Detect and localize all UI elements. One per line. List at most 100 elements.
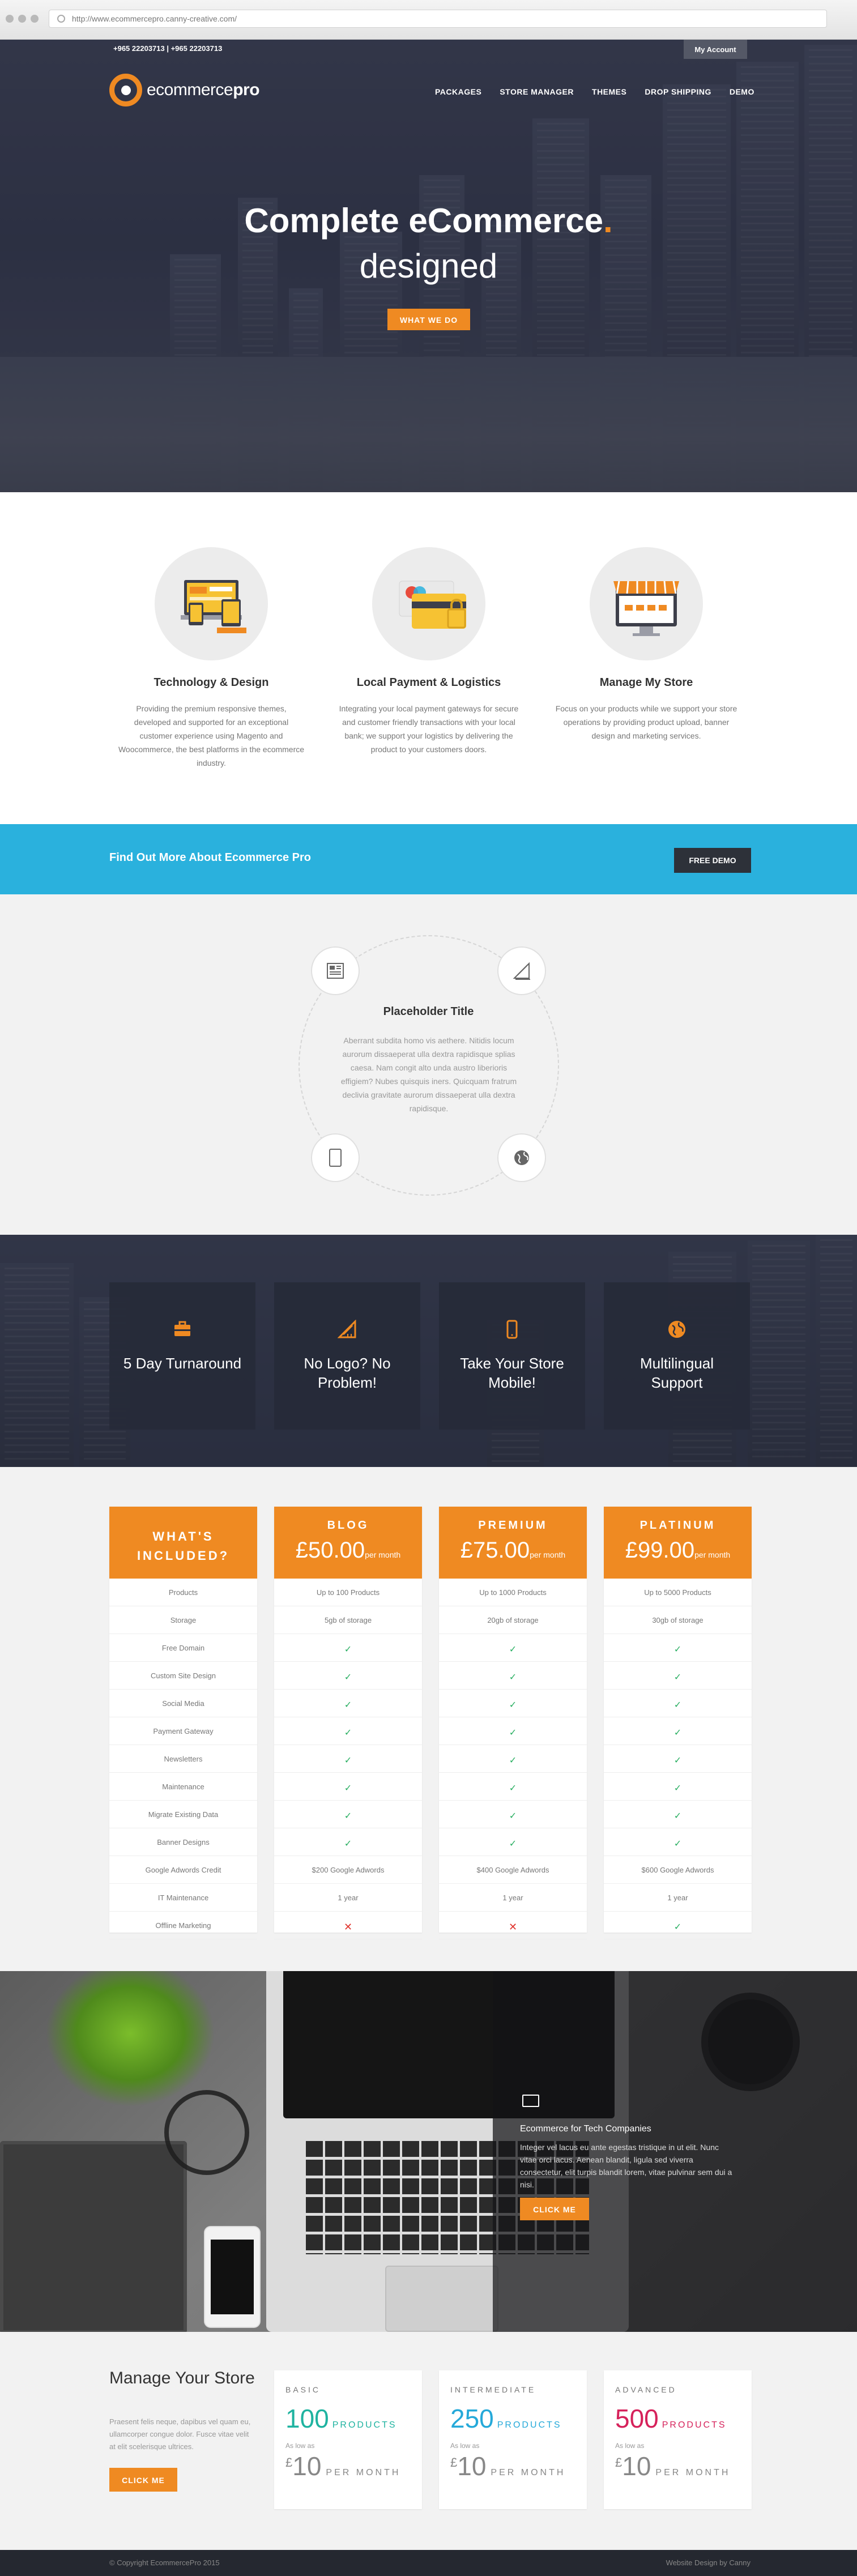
logo[interactable]: ecommercepro xyxy=(109,74,260,106)
cross-icon: ✕ xyxy=(508,1921,518,1933)
manage-store-section: Manage Your Store Praesent felis neque, … xyxy=(0,2332,857,2550)
feature-text: Providing the premium responsive themes,… xyxy=(118,704,305,767)
whats-included-header: WHAT'S INCLUDED? xyxy=(137,1529,230,1563)
window-controls xyxy=(6,15,39,23)
globe-icon xyxy=(667,1320,687,1339)
check-icon: ✓ xyxy=(673,1645,682,1654)
promo-text: Integer vel lacus eu ante egestas tristi… xyxy=(520,2143,732,2189)
minimize-dot[interactable] xyxy=(18,15,26,23)
address-bar[interactable]: http://www.ecommercepro.canny-creative.c… xyxy=(49,10,827,28)
nav-drop-shipping[interactable]: DROP SHIPPING xyxy=(645,87,711,96)
check-icon: ✓ xyxy=(673,1700,682,1710)
nav-themes[interactable]: THEMES xyxy=(592,87,626,96)
maximize-dot[interactable] xyxy=(31,15,39,23)
package-price: 10 xyxy=(457,2451,487,2481)
check-icon: ✓ xyxy=(509,1839,517,1849)
plant-image xyxy=(45,1971,215,2107)
package-card-basic[interactable]: BASIC 100 PRODUCTS As low as £10 PER MONTH xyxy=(274,2370,422,2509)
nav-demo[interactable]: DEMO xyxy=(730,87,754,96)
plan-cell: ✓ xyxy=(274,1690,422,1717)
plan-period: per month xyxy=(365,1550,401,1559)
plan-cell: ✓ xyxy=(439,1745,587,1773)
payment-cards-icon xyxy=(372,547,485,660)
feature-row-label: Storage xyxy=(109,1606,257,1634)
plan-cell: ✓ xyxy=(604,1690,752,1717)
plan-cell: ✓ xyxy=(604,1773,752,1801)
phone-image xyxy=(204,2226,261,2328)
plan-cell: Up to 5000 Products xyxy=(604,1579,752,1606)
check-icon: ✓ xyxy=(344,1839,352,1849)
package-card-advanced[interactable]: ADVANCED 500 PRODUCTS As low as £10 PER MO… xyxy=(604,2370,752,2509)
benefits-section: 5 Day Turnaround No Logo? No Problem! Ta… xyxy=(0,1235,857,1467)
logo-text-light: ecommerce xyxy=(147,80,233,99)
package-name: ADVANCED xyxy=(615,2385,677,2394)
plan-cell-text: 5gb of storage xyxy=(324,1616,372,1624)
design-tools-icon xyxy=(337,1319,357,1339)
promo-section: Ecommerce for Tech Companies Integer vel… xyxy=(0,1971,857,2332)
my-account-button[interactable]: My Account xyxy=(684,40,747,59)
package-unit: PRODUCTS xyxy=(332,2420,397,2430)
plan-cell: 30gb of storage xyxy=(604,1606,752,1634)
close-dot[interactable] xyxy=(6,15,14,23)
cross-icon: ✕ xyxy=(343,1921,353,1933)
check-icon: ✓ xyxy=(673,1839,682,1849)
pricing-features-column: WHAT'S INCLUDED? Products Storage Free Dom… xyxy=(109,1507,257,1939)
plan-cell: ✓ xyxy=(439,1773,587,1801)
package-unit: PRODUCTS xyxy=(662,2420,727,2430)
cta-band-text: Find Out More About Ecommerce Pro xyxy=(109,851,311,864)
plan-cell-text: Up to 5000 Products xyxy=(644,1588,711,1597)
promo-click-me-button[interactable]: CLICK ME xyxy=(520,2198,589,2220)
currency-symbol: £ xyxy=(285,2455,293,2470)
package-period: PER MONTH xyxy=(491,2468,566,2477)
feature-title: Technology & Design xyxy=(154,676,269,689)
design-credit-link[interactable]: Website Design by Canny xyxy=(666,2558,751,2567)
check-icon: ✓ xyxy=(673,1784,682,1793)
pricing-plan-premium: PREMIUM £75.00per month Up to 1000 Produ… xyxy=(439,1507,587,1939)
plan-cell-text: Up to 1000 Products xyxy=(479,1588,547,1597)
plan-cell: $200 Google Adwords xyxy=(274,1856,422,1884)
footer: © Copyright EcommercePro 2015 Website De… xyxy=(0,2550,857,2576)
feature-row-label: Free Domain xyxy=(109,1634,257,1662)
plan-cell: $600 Google Adwords xyxy=(604,1856,752,1884)
package-price: 10 xyxy=(292,2451,322,2481)
plan-cell: ✕ xyxy=(274,1912,422,1939)
cta-band: Find Out More About Ecommerce Pro FREE D… xyxy=(0,824,857,894)
free-demo-button[interactable]: FREE DEMO xyxy=(674,848,751,873)
feature-row-label: Products xyxy=(109,1579,257,1606)
package-card-intermediate[interactable]: INTERMEDIATE 250 PRODUCTS As low as £10 PE… xyxy=(439,2370,587,2509)
feature-row-label: Google Adwords Credit xyxy=(109,1856,257,1884)
tablet-icon[interactable] xyxy=(311,1133,360,1182)
manage-click-me-button[interactable]: CLICK ME xyxy=(109,2468,177,2492)
feature-title: Manage My Store xyxy=(599,676,693,689)
benefit-text: Take Your Store Mobile! xyxy=(460,1355,564,1391)
pricing-plan-platinum: PLATINUM £99.00per month Up to 5000 Prod… xyxy=(604,1507,752,1939)
check-icon: ✓ xyxy=(509,1673,517,1682)
plan-cell-text: 30gb of storage xyxy=(652,1616,703,1624)
plan-cell: ✓ xyxy=(439,1690,587,1717)
as-low-as-label: As low as xyxy=(450,2442,480,2450)
plan-rows: Up to 5000 Products 30gb of storage ✓ ✓ ✓ ✓ ✓ ✓… xyxy=(604,1579,752,1939)
plan-cell: ✓ xyxy=(604,1717,752,1745)
plan-cell-text: 1 year xyxy=(338,1893,359,1902)
check-icon: ✓ xyxy=(673,1811,682,1821)
devices-icon xyxy=(155,547,268,660)
plan-price: £75.00 xyxy=(460,1538,530,1563)
features-section: Technology & Design Providing the premiu… xyxy=(0,492,857,824)
nav-packages[interactable]: PACKAGES xyxy=(435,87,481,96)
globe-icon[interactable] xyxy=(497,1133,546,1182)
plan-cell: Up to 1000 Products xyxy=(439,1579,587,1606)
newspaper-icon[interactable] xyxy=(311,946,360,995)
package-price: 10 xyxy=(622,2451,651,2481)
what-we-do-button[interactable]: WHAT WE DO xyxy=(387,309,470,330)
glasses-image xyxy=(164,2090,249,2175)
check-icon: ✓ xyxy=(344,1784,352,1793)
logo-text-bold: pro xyxy=(233,80,260,99)
check-icon: ✓ xyxy=(344,1728,352,1738)
feature-technology: Technology & Design Providing the premiu… xyxy=(118,547,305,770)
plan-cell: 1 year xyxy=(604,1884,752,1912)
plan-cell: ✓ xyxy=(274,1662,422,1690)
plan-cell: ✓ xyxy=(274,1828,422,1856)
design-tools-icon[interactable] xyxy=(497,946,546,995)
plan-cell: ✓ xyxy=(439,1717,587,1745)
nav-store-manager[interactable]: STORE MANAGER xyxy=(500,87,574,96)
